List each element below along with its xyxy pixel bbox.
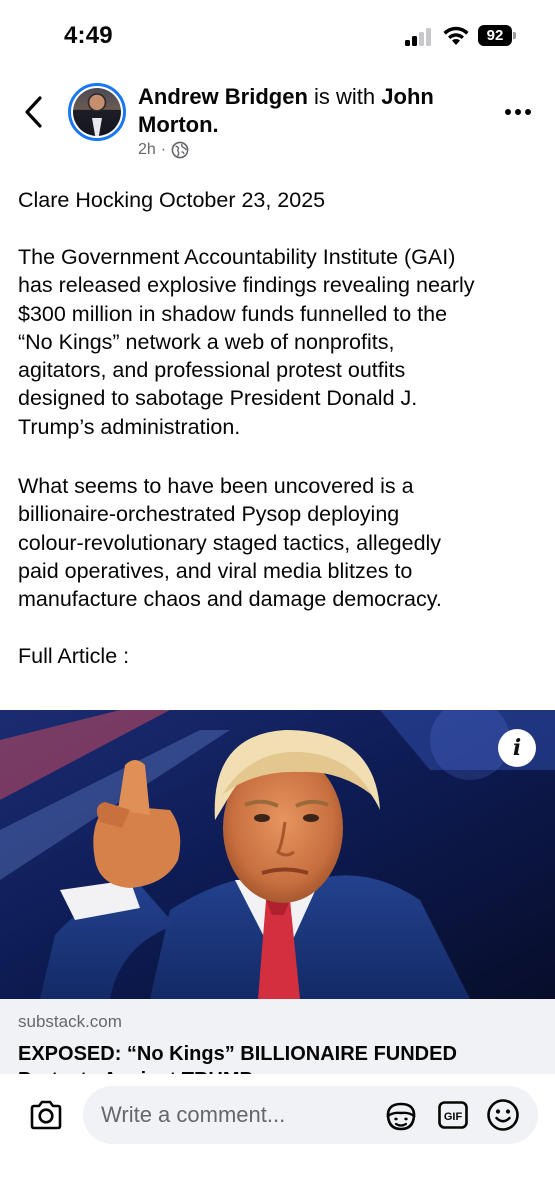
dot xyxy=(515,109,521,115)
back-arrow-icon[interactable] xyxy=(20,94,50,130)
link-preview-image[interactable] xyxy=(0,710,555,999)
post-author-line: Andrew Bridgen is with John Morton. xyxy=(138,84,434,137)
comment-placeholder: Write a comment... xyxy=(101,1102,286,1127)
wifi-icon xyxy=(443,26,469,45)
comment-bar: Write a comment... GIF xyxy=(0,1074,555,1200)
link-preview-meta[interactable]: substack.com EXPOSED: “No Kings” BILLION… xyxy=(0,999,555,1074)
link-title: EXPOSED: “No Kings” BILLIONAIRE FUNDED P… xyxy=(18,1043,457,1074)
camera-icon[interactable] xyxy=(28,1099,64,1131)
post-paragraph: What seems to have been uncovered is a b… xyxy=(18,474,442,612)
meta-separator: · xyxy=(160,141,167,158)
more-options-button[interactable] xyxy=(505,100,535,124)
avatar-sticker-icon[interactable] xyxy=(383,1100,419,1132)
battery-icon: 92 xyxy=(478,25,516,46)
post-meta: 2h · xyxy=(138,141,189,159)
status-time: 4:49 xyxy=(64,22,113,49)
author-name[interactable]: Andrew Bridgen xyxy=(138,84,308,109)
post-paragraph-full-article: Full Article : xyxy=(18,644,130,668)
avatar-photo xyxy=(73,88,121,136)
status-bar: 4:49 92 xyxy=(0,0,555,70)
gif-icon[interactable]: GIF xyxy=(437,1099,469,1131)
gif-label: GIF xyxy=(444,1111,463,1123)
post-timestamp[interactable]: 2h xyxy=(138,141,156,159)
link-domain: substack.com xyxy=(18,1012,122,1031)
author-avatar[interactable] xyxy=(68,83,126,141)
dot xyxy=(525,109,531,115)
cellular-signal-icon xyxy=(405,28,435,46)
with-text: is with xyxy=(314,84,376,109)
post-paragraph: The Government Accountability Institute … xyxy=(18,245,475,439)
battery-level: 92 xyxy=(478,25,512,46)
post-paragraph-byline: Clare Hocking October 23, 2025 xyxy=(18,188,326,212)
comment-input[interactable]: Write a comment... GIF xyxy=(83,1086,538,1144)
globe-icon xyxy=(171,141,189,159)
info-button[interactable]: i xyxy=(498,729,536,767)
emoji-icon[interactable] xyxy=(486,1098,520,1132)
dot xyxy=(505,109,511,115)
